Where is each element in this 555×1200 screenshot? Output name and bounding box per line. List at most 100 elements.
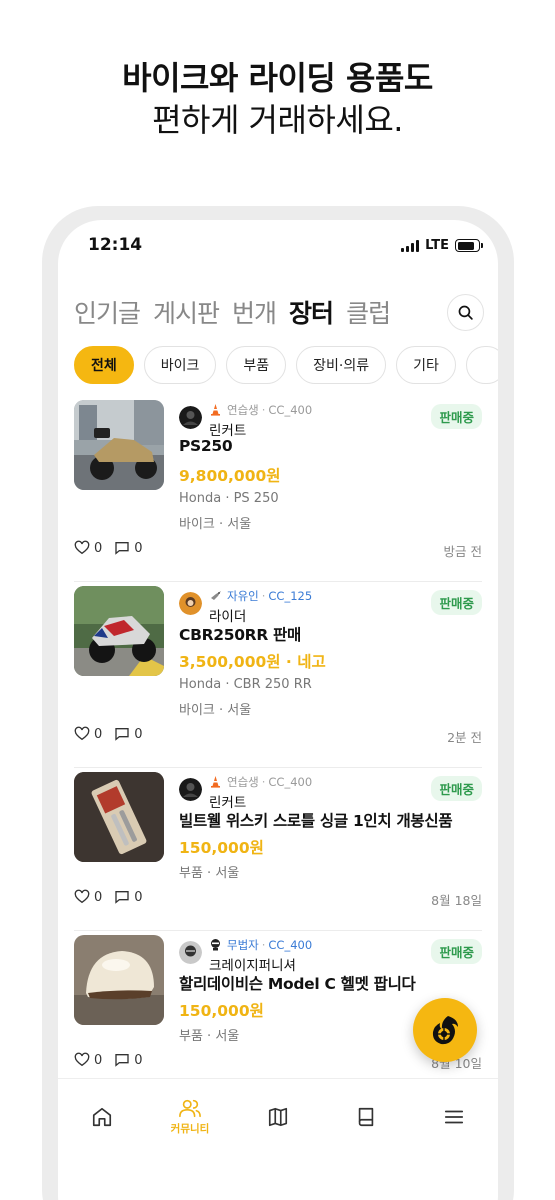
list-item[interactable]: 자유인 · CC_125 라이더 판매중 CBR250RR 판매 3,500,0… <box>58 582 498 768</box>
like-count: 0 <box>94 726 103 742</box>
comment-button[interactable]: 0 <box>114 726 143 742</box>
chip-gear-apparel[interactable]: 장비·의류 <box>296 346 387 384</box>
chip-more[interactable] <box>465 346 498 384</box>
status-bar: 12:14 LTE <box>58 232 498 262</box>
listing-photo-throttle <box>74 772 164 862</box>
heart-icon <box>74 1052 90 1067</box>
search-icon <box>458 305 473 320</box>
listing-price: 150,000원 <box>179 839 264 857</box>
comment-button[interactable]: 0 <box>114 1052 143 1068</box>
tab-club[interactable]: 클럽 <box>346 294 391 330</box>
seller-info[interactable]: 무법자 · CC_400 크레이지퍼니셔 <box>179 937 312 974</box>
network-type: LTE <box>425 238 449 253</box>
seller-name: 린커트 <box>209 423 247 439</box>
nav-community[interactable]: 커뮤니티 <box>146 1079 234 1148</box>
chip-bike[interactable]: 바이크 <box>143 346 217 384</box>
listing-title: 할리데이비슨 Model C 헬멧 팝니다 <box>179 975 416 993</box>
chip-parts[interactable]: 부품 <box>226 346 287 384</box>
comment-button[interactable]: 0 <box>114 540 143 556</box>
book-icon <box>358 1107 374 1126</box>
list-item[interactable]: 연습생 · CC_400 린커트 판매중 빌트웰 위스키 스로틀 싱글 1인치 … <box>58 768 498 931</box>
category-chips: 전체 바이크 부품 장비·의류 기타 <box>74 346 498 386</box>
home-icon <box>92 1107 112 1126</box>
comment-count: 0 <box>134 889 143 905</box>
heart-icon <box>74 726 90 741</box>
comment-icon <box>115 542 129 555</box>
menu-icon <box>444 1110 464 1123</box>
seller-license: CC_400 <box>268 774 313 789</box>
list-item[interactable]: 연습생 · CC_400 린커트 판매중 PS250 9,800,000원 Ho… <box>58 396 498 582</box>
comment-button[interactable]: 0 <box>114 889 143 905</box>
signal-icon <box>401 239 420 252</box>
comment-icon <box>115 891 129 904</box>
status-badge: 판매중 <box>431 590 482 615</box>
seller-info[interactable]: 연습생 · CC_400 린커트 <box>179 774 312 811</box>
like-button[interactable]: 0 <box>74 1052 102 1068</box>
tab-meetup[interactable]: 번개 <box>232 294 277 330</box>
seller-avatar <box>179 941 202 964</box>
heart-icon <box>74 889 90 904</box>
seller-avatar <box>179 778 202 801</box>
seller-name: 린커트 <box>209 795 247 811</box>
nav-guide[interactable] <box>322 1079 410 1148</box>
seller-name: 라이더 <box>209 609 247 625</box>
tab-market[interactable]: 장터 <box>289 294 334 330</box>
nav-home[interactable] <box>58 1079 146 1148</box>
new-listing-fab[interactable] <box>413 998 477 1062</box>
listing-list: 연습생 · CC_400 린커트 판매중 PS250 9,800,000원 Ho… <box>58 396 498 1094</box>
listing-stats: 0 0 <box>74 889 155 905</box>
listing-price: 9,800,000원 <box>179 467 281 485</box>
community-icon <box>179 1099 201 1118</box>
like-count: 0 <box>94 540 103 556</box>
comment-count: 0 <box>134 1052 143 1068</box>
like-button[interactable]: 0 <box>74 889 102 905</box>
nav-menu[interactable] <box>410 1079 498 1148</box>
listing-spec: Honda · CBR 250 RR <box>179 677 312 692</box>
listing-stats: 0 0 <box>74 540 155 556</box>
nav-map[interactable] <box>234 1079 322 1148</box>
headline-line-1: 바이크와 라이딩 용품도 <box>122 59 433 97</box>
seller-license: CC_400 <box>268 937 313 952</box>
flame-wheel-icon <box>432 1016 458 1045</box>
traffic-cone-icon <box>209 403 222 416</box>
listing-stats: 0 0 <box>74 726 155 742</box>
chip-etc[interactable]: 기타 <box>396 346 456 384</box>
search-button[interactable] <box>447 294 484 331</box>
status-time: 12:14 <box>88 235 143 255</box>
seller-license: CC_400 <box>268 402 313 417</box>
listing-price: 150,000원 <box>179 1002 264 1020</box>
seller-license: CC_125 <box>268 588 313 603</box>
listing-title: PS250 <box>179 437 233 455</box>
listing-photo-scooter <box>74 400 164 490</box>
seller-info[interactable]: 연습생 · CC_400 린커트 <box>179 402 312 439</box>
headline-line-2: 편하게 거래하세요. <box>152 101 403 139</box>
listing-category-location: 바이크 · 서울 <box>179 703 252 718</box>
listing-category-location: 바이크 · 서울 <box>179 517 252 532</box>
tab-popular[interactable]: 인기글 <box>74 294 141 330</box>
like-button[interactable]: 0 <box>74 726 102 742</box>
top-tabs: 인기글 게시판 번개 장터 클럽 <box>74 292 484 332</box>
tab-board[interactable]: 게시판 <box>153 294 220 330</box>
phone-screen: 12:14 LTE 인기글 게시판 번개 장터 클럽 전체 바이크 부품 장비·… <box>58 220 498 1200</box>
listing-title: CBR250RR 판매 <box>179 626 301 644</box>
like-count: 0 <box>94 889 103 905</box>
status-badge: 판매중 <box>431 776 482 801</box>
comment-icon <box>115 1054 129 1067</box>
seller-level: 무법자 <box>227 937 259 952</box>
comment-count: 0 <box>134 540 143 556</box>
seller-level: 자유인 <box>227 588 259 603</box>
traffic-cone-icon <box>209 775 222 788</box>
nav-community-label: 커뮤니티 <box>170 1123 210 1135</box>
map-icon <box>268 1107 288 1126</box>
listing-time: 8월 18일 <box>431 893 482 908</box>
like-button[interactable]: 0 <box>74 540 102 556</box>
listing-photo-helmet <box>74 935 164 1025</box>
bird-icon <box>209 589 222 602</box>
seller-info[interactable]: 자유인 · CC_125 라이더 <box>179 588 312 625</box>
like-count: 0 <box>94 1052 103 1068</box>
battery-icon <box>455 239 483 252</box>
chip-all[interactable]: 전체 <box>74 346 134 384</box>
listing-photo-sportbike <box>74 586 164 676</box>
heart-icon <box>74 540 90 555</box>
comment-icon <box>115 728 129 741</box>
